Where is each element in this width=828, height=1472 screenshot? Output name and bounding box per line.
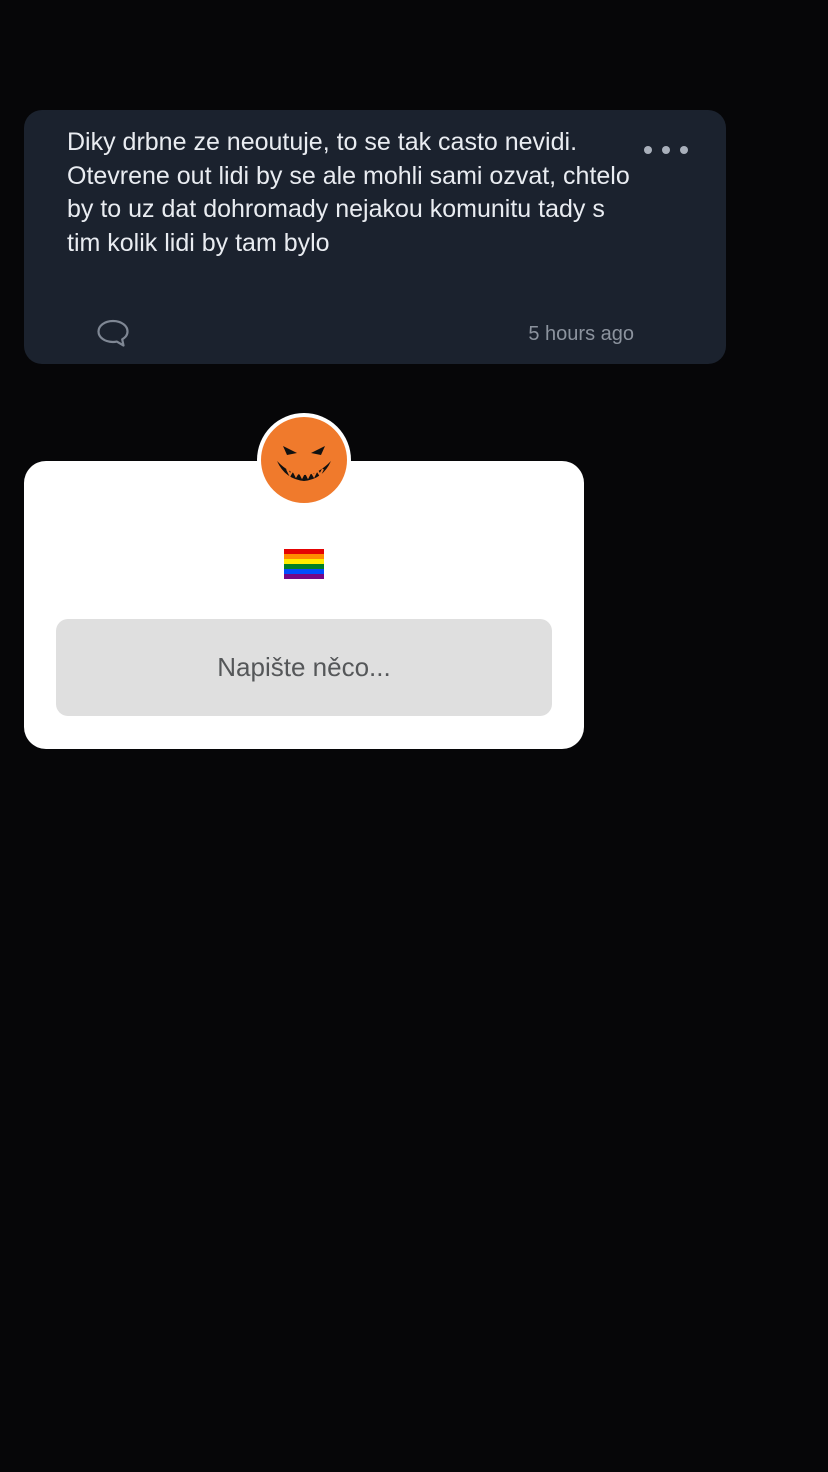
answer-placeholder: Napište něco...: [217, 652, 391, 682]
rainbow-flag-icon: [284, 549, 324, 580]
more-dots-icon[interactable]: [644, 140, 688, 160]
answer-input[interactable]: Napište něco...: [56, 619, 552, 716]
question-text: [24, 545, 584, 581]
avatar: [257, 413, 351, 507]
comment-timestamp: 5 hours ago: [528, 323, 634, 345]
comment-card: Diky drbne ze neoutuje, to se tak casto …: [24, 110, 726, 364]
comment-text: Diky drbne ze neoutuje, to se tak casto …: [67, 128, 630, 257]
speech-bubble-icon[interactable]: [96, 318, 130, 348]
porgovska-drbna-logo: [259, 415, 349, 505]
